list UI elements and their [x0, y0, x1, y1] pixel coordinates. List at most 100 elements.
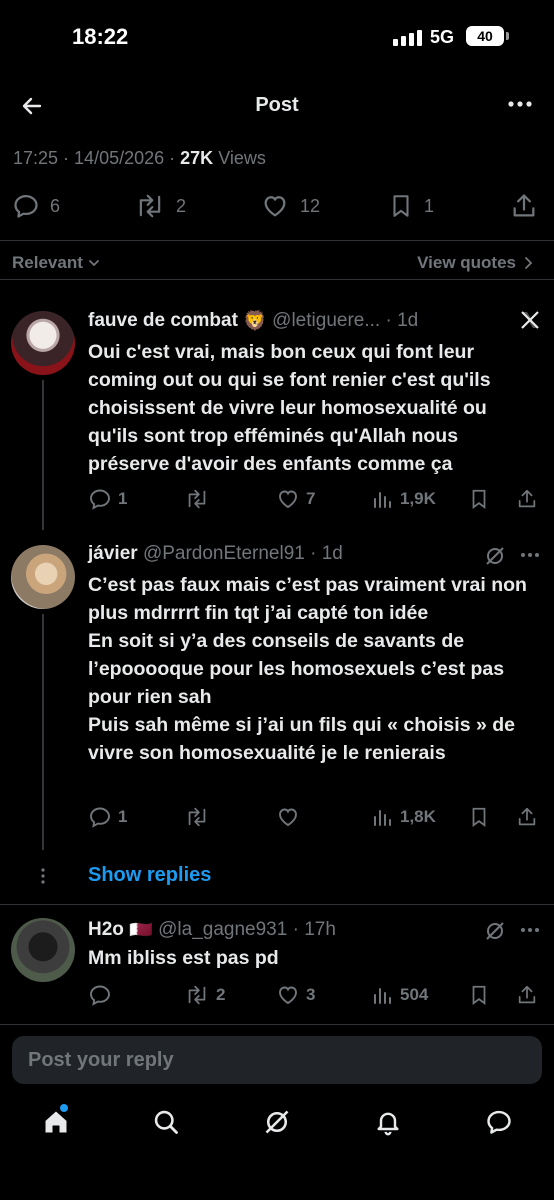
bottom-nav [0, 1100, 554, 1160]
reply-text-line: C’est pas faux mais c’est pas vraiment v… [88, 574, 527, 624]
bookmark-icon [472, 807, 486, 827]
views-button[interactable]: 504 [372, 983, 428, 1007]
views-button[interactable]: 1,9K [372, 487, 436, 511]
network-type: 5G [430, 27, 455, 47]
reply-text-line: Puis sah même si j’ai un fils qui « choi… [88, 714, 515, 764]
like-count: 7 [306, 489, 316, 508]
bookmark-button[interactable] [468, 805, 490, 829]
sort-label: Relevant [12, 253, 83, 272]
view-quotes-link[interactable]: View quotes [417, 253, 534, 273]
battery-level: 40 [477, 28, 493, 44]
reply-placeholder: Post your reply [28, 1049, 174, 1071]
repost-button[interactable] [184, 487, 210, 511]
reply-icon [90, 807, 110, 828]
show-replies-link[interactable]: Show replies [88, 864, 211, 887]
thread-line [42, 380, 44, 530]
bookmark-icon [472, 489, 486, 509]
post-actions: 6 2 12 1 [0, 190, 554, 224]
repost-count: 2 [216, 985, 226, 1004]
bookmark-icon [393, 195, 409, 217]
post-date: 14/05/2026 [74, 148, 165, 168]
chevron-down-icon [88, 260, 99, 267]
share-button[interactable] [510, 192, 538, 220]
like-button[interactable] [276, 805, 300, 829]
search-icon[interactable] [152, 1108, 180, 1136]
reply-button[interactable]: 1 [88, 487, 127, 511]
avatar[interactable] [11, 545, 75, 609]
share-button[interactable] [516, 487, 538, 511]
more-icon[interactable] [520, 545, 540, 565]
like-count: 3 [306, 985, 316, 1004]
views-count: 1,8K [400, 807, 436, 826]
handle: @letiguere... [272, 310, 381, 331]
avatar[interactable] [11, 311, 75, 375]
name-emoji: 🦁 [243, 311, 267, 332]
like-button[interactable]: 12 [260, 192, 320, 220]
like-icon [279, 986, 297, 1005]
views-count: 27K [180, 148, 214, 168]
signal-icon [393, 30, 422, 46]
reply-button[interactable] [88, 983, 112, 1007]
home-icon[interactable] [42, 1108, 70, 1136]
messages-icon[interactable] [484, 1108, 514, 1136]
notifications-icon[interactable] [374, 1108, 402, 1136]
reply-input[interactable]: Post your reply [12, 1036, 542, 1084]
grok-icon[interactable] [484, 545, 506, 567]
reply-text: Oui c'est vrai, mais bon ceux qui font l… [88, 341, 491, 475]
age: 1d [397, 310, 419, 331]
views-button[interactable]: 1,8K [372, 805, 436, 829]
like-icon [279, 490, 297, 509]
reply-count: 1 [118, 489, 128, 508]
reply-button[interactable]: 1 [88, 805, 127, 829]
reply-header: fauve de combat 🦁 @letiguere... · 1d [88, 310, 419, 332]
notification-dot [60, 1104, 68, 1112]
views-count: 1,9K [400, 489, 436, 508]
grok-icon[interactable] [263, 1108, 291, 1136]
status-bar: 18:22 5G 40 [0, 0, 554, 76]
reply-button[interactable]: 6 [12, 192, 60, 220]
bookmark-button[interactable] [468, 487, 490, 511]
view-quotes-label: View quotes [417, 253, 516, 272]
age: 17h [304, 919, 336, 940]
divider [0, 904, 554, 905]
views-icon [374, 810, 391, 826]
display-name: H2o [88, 919, 124, 940]
repost-button[interactable]: 2 [134, 192, 186, 220]
bookmark-count: 1 [424, 195, 435, 216]
reply-text: Mm ibliss est pas pd [88, 947, 279, 969]
like-button[interactable]: 3 [276, 983, 315, 1007]
reply-text: C’est pas faux mais c’est pas vraiment v… [88, 571, 536, 767]
more-icon[interactable] [520, 920, 540, 940]
share-button[interactable] [516, 805, 538, 829]
thread-dots [40, 866, 46, 886]
bookmark-button[interactable]: 1 [388, 192, 434, 220]
sort-dropdown[interactable]: Relevant [12, 253, 101, 273]
x-logo-icon [520, 310, 540, 330]
like-button[interactable]: 7 [276, 487, 315, 511]
more-icon[interactable] [506, 92, 534, 116]
handle: @PardonEternel91 [142, 543, 305, 564]
like-icon [264, 196, 286, 217]
repost-button[interactable]: 2 [184, 983, 225, 1007]
handle: @la_gagne931 [158, 919, 288, 940]
chevron-right-icon [525, 257, 533, 269]
page-title: Post [255, 94, 299, 116]
views-icon [374, 988, 391, 1004]
reply-icon [14, 194, 38, 218]
sort-row: Relevant View quotes [0, 240, 554, 280]
reply-header: H2o 🇶🇦 @la_gagne931 · 17h [88, 919, 336, 941]
grok-icon[interactable] [484, 920, 506, 942]
status-time: 18:22 [72, 24, 129, 49]
reply-actions: 2 3 504 [88, 981, 540, 1011]
bookmark-button[interactable] [468, 983, 490, 1007]
repost-icon [188, 489, 206, 509]
repost-count: 2 [176, 195, 187, 216]
post-meta: 17:25 · 14/05/2026 · 27K Views [13, 148, 266, 168]
share-button[interactable] [516, 983, 538, 1007]
views-label: Views [218, 148, 266, 168]
reply-count: 6 [50, 195, 61, 216]
like-icon [279, 808, 297, 827]
reply-icon [90, 489, 110, 510]
avatar[interactable] [11, 918, 75, 982]
repost-button[interactable] [184, 805, 210, 829]
